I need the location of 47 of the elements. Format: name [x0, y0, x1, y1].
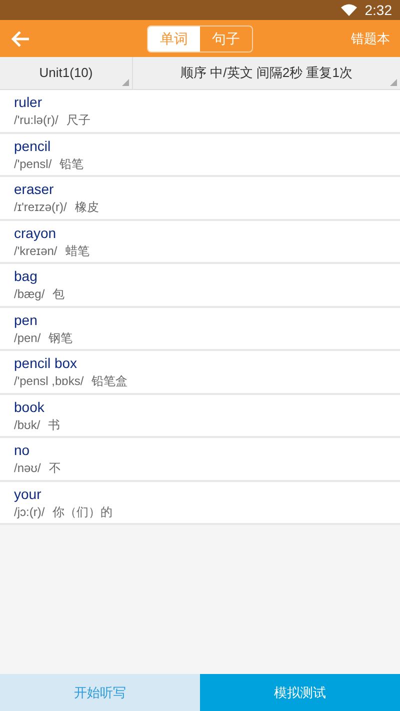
word-text: pencil box: [14, 354, 78, 372]
filter-dropdown[interactable]: 顺序 中/英文 间隔2秒 重复1次: [132, 57, 400, 89]
word-text: eraser: [14, 180, 55, 198]
phonetic-text: /bʊk/: [14, 416, 40, 434]
phonetic-text: /ɪ'reɪzə(r)/: [14, 199, 67, 216]
word-text: pen: [14, 310, 38, 328]
word-row[interactable]: no /nəʊ/ 不: [0, 438, 400, 482]
word-text: ruler: [14, 93, 44, 111]
word-text: your: [14, 484, 42, 502]
back-button[interactable]: [10, 28, 30, 48]
clock-time: 2:32: [364, 0, 392, 20]
meaning-text: 铅笔盒: [92, 373, 128, 390]
phonetic-text: /pen/: [14, 330, 41, 346]
word-row[interactable]: ruler /'ru:lə(r)/ 尺子: [0, 90, 400, 134]
word-text: bag: [14, 267, 38, 285]
phonetic-text: /'pensl ,bɒks/: [14, 373, 84, 390]
meaning-text: 钢笔: [48, 330, 73, 346]
filter-dropdown[interactable]: Unit1(10): [0, 57, 132, 89]
meaning-text: 蜡笔: [65, 242, 90, 260]
word-text: book: [14, 398, 46, 416]
meaning-text: 尺子: [66, 112, 90, 129]
phonetic-text: /'ru:lə(r)/: [14, 112, 58, 129]
corner-triangle-icon: [390, 79, 397, 86]
meaning-text: 书: [48, 416, 60, 434]
word-row[interactable]: bag /bæg/ 包: [0, 264, 400, 308]
word-row[interactable]: your /jɔ:(r)/ 你（们）的: [0, 482, 400, 525]
word-text: pencil: [14, 136, 52, 154]
meaning-text: 铅笔: [60, 156, 84, 172]
meaning-text: 橡皮: [74, 199, 99, 216]
word-row[interactable]: pen /pen/ 钢笔: [0, 308, 400, 351]
meaning-text: 你（们）的: [52, 504, 113, 520]
phonetic-text: /jɔ:(r)/: [14, 504, 45, 520]
phonetic-text: /'pensl/: [14, 156, 52, 172]
word-row[interactable]: pencil box /'pensl ,bɒks/ 铅笔盒: [0, 351, 400, 394]
phonetic-text: /bæg/: [14, 286, 45, 303]
word-text: crayon: [14, 224, 58, 242]
corner-triangle-icon: [122, 79, 129, 86]
wifi-icon: [340, 4, 357, 16]
word-row[interactable]: eraser /ɪ'reɪzə(r)/ 橡皮: [0, 177, 400, 220]
word-row[interactable]: crayon /'kreɪən/ 蜡笔: [0, 220, 400, 264]
word-row[interactable]: book /bʊk/ 书: [0, 394, 400, 438]
meaning-text: 不: [48, 460, 61, 477]
word-text: no: [14, 441, 31, 459]
phonetic-text: /nəʊ/: [14, 460, 41, 477]
word-row[interactable]: pencil /'pensl/ 铅笔: [0, 134, 400, 177]
meaning-text: 包: [52, 286, 65, 303]
phonetic-text: /'kreɪən/: [14, 242, 58, 260]
